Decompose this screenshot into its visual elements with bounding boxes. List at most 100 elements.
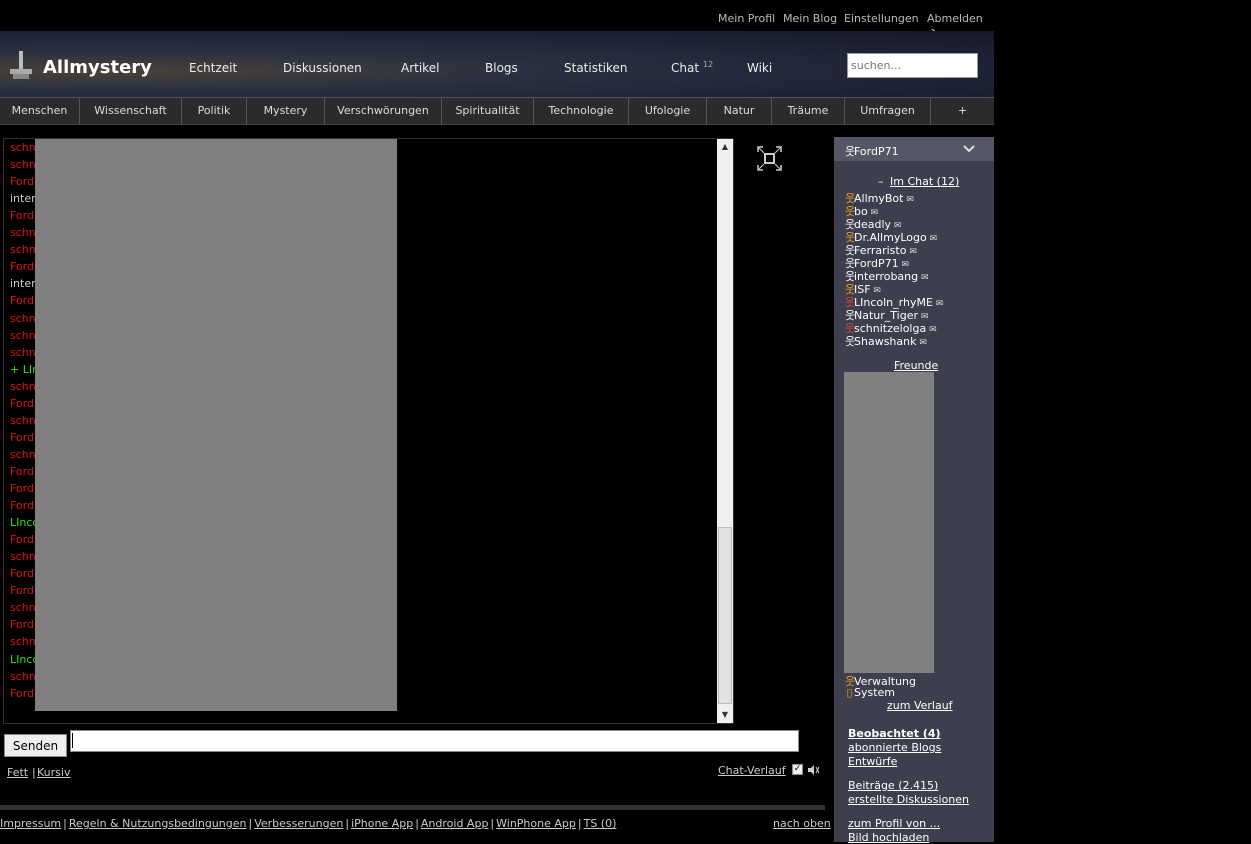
chat-line: schn [10, 226, 36, 239]
back-to-top-link[interactable]: nach oben [773, 817, 831, 830]
chat-line: Ford [10, 533, 34, 546]
send-button[interactable]: Senden [4, 734, 67, 757]
chat-line: Ford [10, 584, 34, 597]
posts-link[interactable]: Beiträge (2.415) [848, 779, 938, 792]
history-link[interactable]: zum Verlauf [887, 699, 953, 712]
category-natur[interactable]: Natur [707, 98, 772, 124]
private-message-icon[interactable]: ✉ [926, 325, 937, 335]
category-spiritualitaet[interactable]: Spiritualität [442, 98, 534, 124]
category-more[interactable]: + [931, 98, 994, 124]
chat-scroll-thumb[interactable] [718, 527, 732, 704]
scroll-up-icon[interactable]: ▲ [718, 140, 732, 154]
text-cursor [72, 733, 73, 748]
footer-iphone-app[interactable]: iPhone App [351, 817, 413, 830]
site-header: Allmystery Echtzeit Diskussionen Artikel… [0, 31, 994, 97]
nav-artikel[interactable]: Artikel [401, 61, 439, 75]
chat-line: Ford [10, 260, 34, 273]
site-logo[interactable]: Allmystery [43, 57, 152, 78]
category-traeume[interactable]: Träume [772, 98, 845, 124]
drafts-link[interactable]: Entwürfe [848, 755, 897, 768]
chat-line: Ford [10, 618, 34, 631]
fullscreen-icon[interactable] [757, 146, 782, 171]
created-discussions-link[interactable]: erstellte Diskussionen [848, 793, 969, 806]
private-message-icon[interactable]: ✉ [916, 338, 927, 348]
footer-rules[interactable]: Regeln & Nutzungsbedingungen [69, 817, 247, 830]
category-menschen[interactable]: Menschen [0, 98, 80, 124]
my-profile-link[interactable]: Mein Profil [718, 12, 775, 25]
chat-line: schn [10, 329, 36, 342]
user-bar: Mein Profil Mein Blog Einstellungen Abme… [0, 0, 994, 38]
chat-line: schn [10, 635, 36, 648]
logo-icon[interactable] [10, 51, 32, 79]
footer-winphone-app[interactable]: WinPhone App [496, 817, 576, 830]
chat-line: Ford [10, 175, 34, 188]
chat-line: Ford [10, 397, 34, 410]
chat-history-link[interactable]: Chat-Verlauf [718, 764, 786, 777]
chat-line: Ford [10, 687, 34, 700]
online-user[interactable]: 웃Shawshank ✉ [845, 333, 927, 349]
nav-statistiken[interactable]: Statistiken [564, 61, 628, 75]
autoscroll-checkbox[interactable]: ✓ [792, 764, 803, 775]
nav-diskussionen[interactable]: Diskussionen [283, 61, 362, 75]
footer-ts[interactable]: TS (0) [584, 817, 617, 830]
search-input[interactable] [847, 53, 978, 78]
footer-android-app[interactable]: Android App [421, 817, 489, 830]
private-message-icon[interactable]: ✉ [933, 299, 944, 309]
profile-link[interactable]: zum Profil von ... [848, 817, 940, 830]
chat-message-content [35, 139, 397, 711]
footer-impressum[interactable]: Impressum [0, 817, 61, 830]
system-icon: ▯ [846, 686, 853, 699]
chat-line: Ford [10, 482, 34, 495]
chat-line: schn [10, 158, 36, 171]
category-umfragen[interactable]: Umfragen [845, 98, 931, 124]
my-blog-link[interactable]: Mein Blog [783, 12, 837, 25]
scroll-down-icon[interactable]: ▼ [718, 708, 732, 722]
private-message-icon[interactable]: ✉ [918, 273, 929, 283]
category-ufologie[interactable]: Ufologie [629, 98, 707, 124]
current-user[interactable]: 웃FordP71 [845, 143, 899, 159]
chat-line: schn [10, 312, 36, 325]
chat-line: Ford [10, 465, 34, 478]
sound-icon[interactable] [807, 763, 821, 777]
chat-line: Ford [10, 209, 34, 222]
chat-line: inter [10, 192, 36, 205]
category-technologie[interactable]: Technologie [534, 98, 629, 124]
category-politik[interactable]: Politik [182, 98, 247, 124]
nav-wiki[interactable]: Wiki [747, 61, 772, 75]
category-wissenschaft[interactable]: Wissenschaft [80, 98, 182, 124]
chat-line: inter [10, 277, 36, 290]
chat-line: schn [10, 601, 36, 614]
chat-line: schn [10, 550, 36, 563]
italic-link[interactable]: Kursiv [37, 766, 70, 779]
nav-blogs[interactable]: Blogs [485, 61, 518, 75]
footer-links: Impressum | Regeln & Nutzungsbedingungen | V… [0, 817, 617, 830]
chevron-down-icon[interactable] [963, 144, 975, 154]
legend-system-label: System [854, 686, 896, 699]
private-message-icon[interactable]: ✉ [903, 195, 914, 205]
settings-link[interactable]: Einstellungen [844, 12, 919, 25]
footer-divider [0, 805, 825, 810]
chat-line: schn [10, 670, 36, 683]
chat-line: Ford [10, 431, 34, 444]
collapse-icon[interactable]: – [878, 175, 884, 188]
subscribed-blogs-link[interactable]: abonnierte Blogs [848, 741, 941, 754]
friends-list [844, 372, 934, 673]
footer-improvements[interactable]: Verbesserungen [254, 817, 343, 830]
category-mystery[interactable]: Mystery [247, 98, 325, 124]
friends-link[interactable]: Freunde [894, 359, 938, 372]
category-verschwoerungen[interactable]: Verschwörungen [325, 98, 442, 124]
chat-line: Ford [10, 499, 34, 512]
bold-link[interactable]: Fett [7, 766, 28, 779]
category-bar: Menschen Wissenschaft Politik Mystery Ve… [0, 97, 994, 125]
chat-line: schn [10, 141, 36, 154]
nav-chat[interactable]: Chat 12 [671, 60, 713, 75]
upload-image-link[interactable]: Bild hochladen [848, 831, 929, 844]
nav-echtzeit[interactable]: Echtzeit [189, 61, 237, 75]
in-chat-link[interactable]: Im Chat (12) [890, 175, 959, 188]
chat-line: schn [10, 243, 36, 256]
chat-line: Ford [10, 567, 34, 580]
message-input[interactable] [70, 730, 799, 752]
watched-link[interactable]: Beobachtet (4) [848, 727, 941, 740]
user-icon: 웃 [845, 145, 856, 158]
private-message-icon[interactable]: ✉ [927, 234, 938, 244]
